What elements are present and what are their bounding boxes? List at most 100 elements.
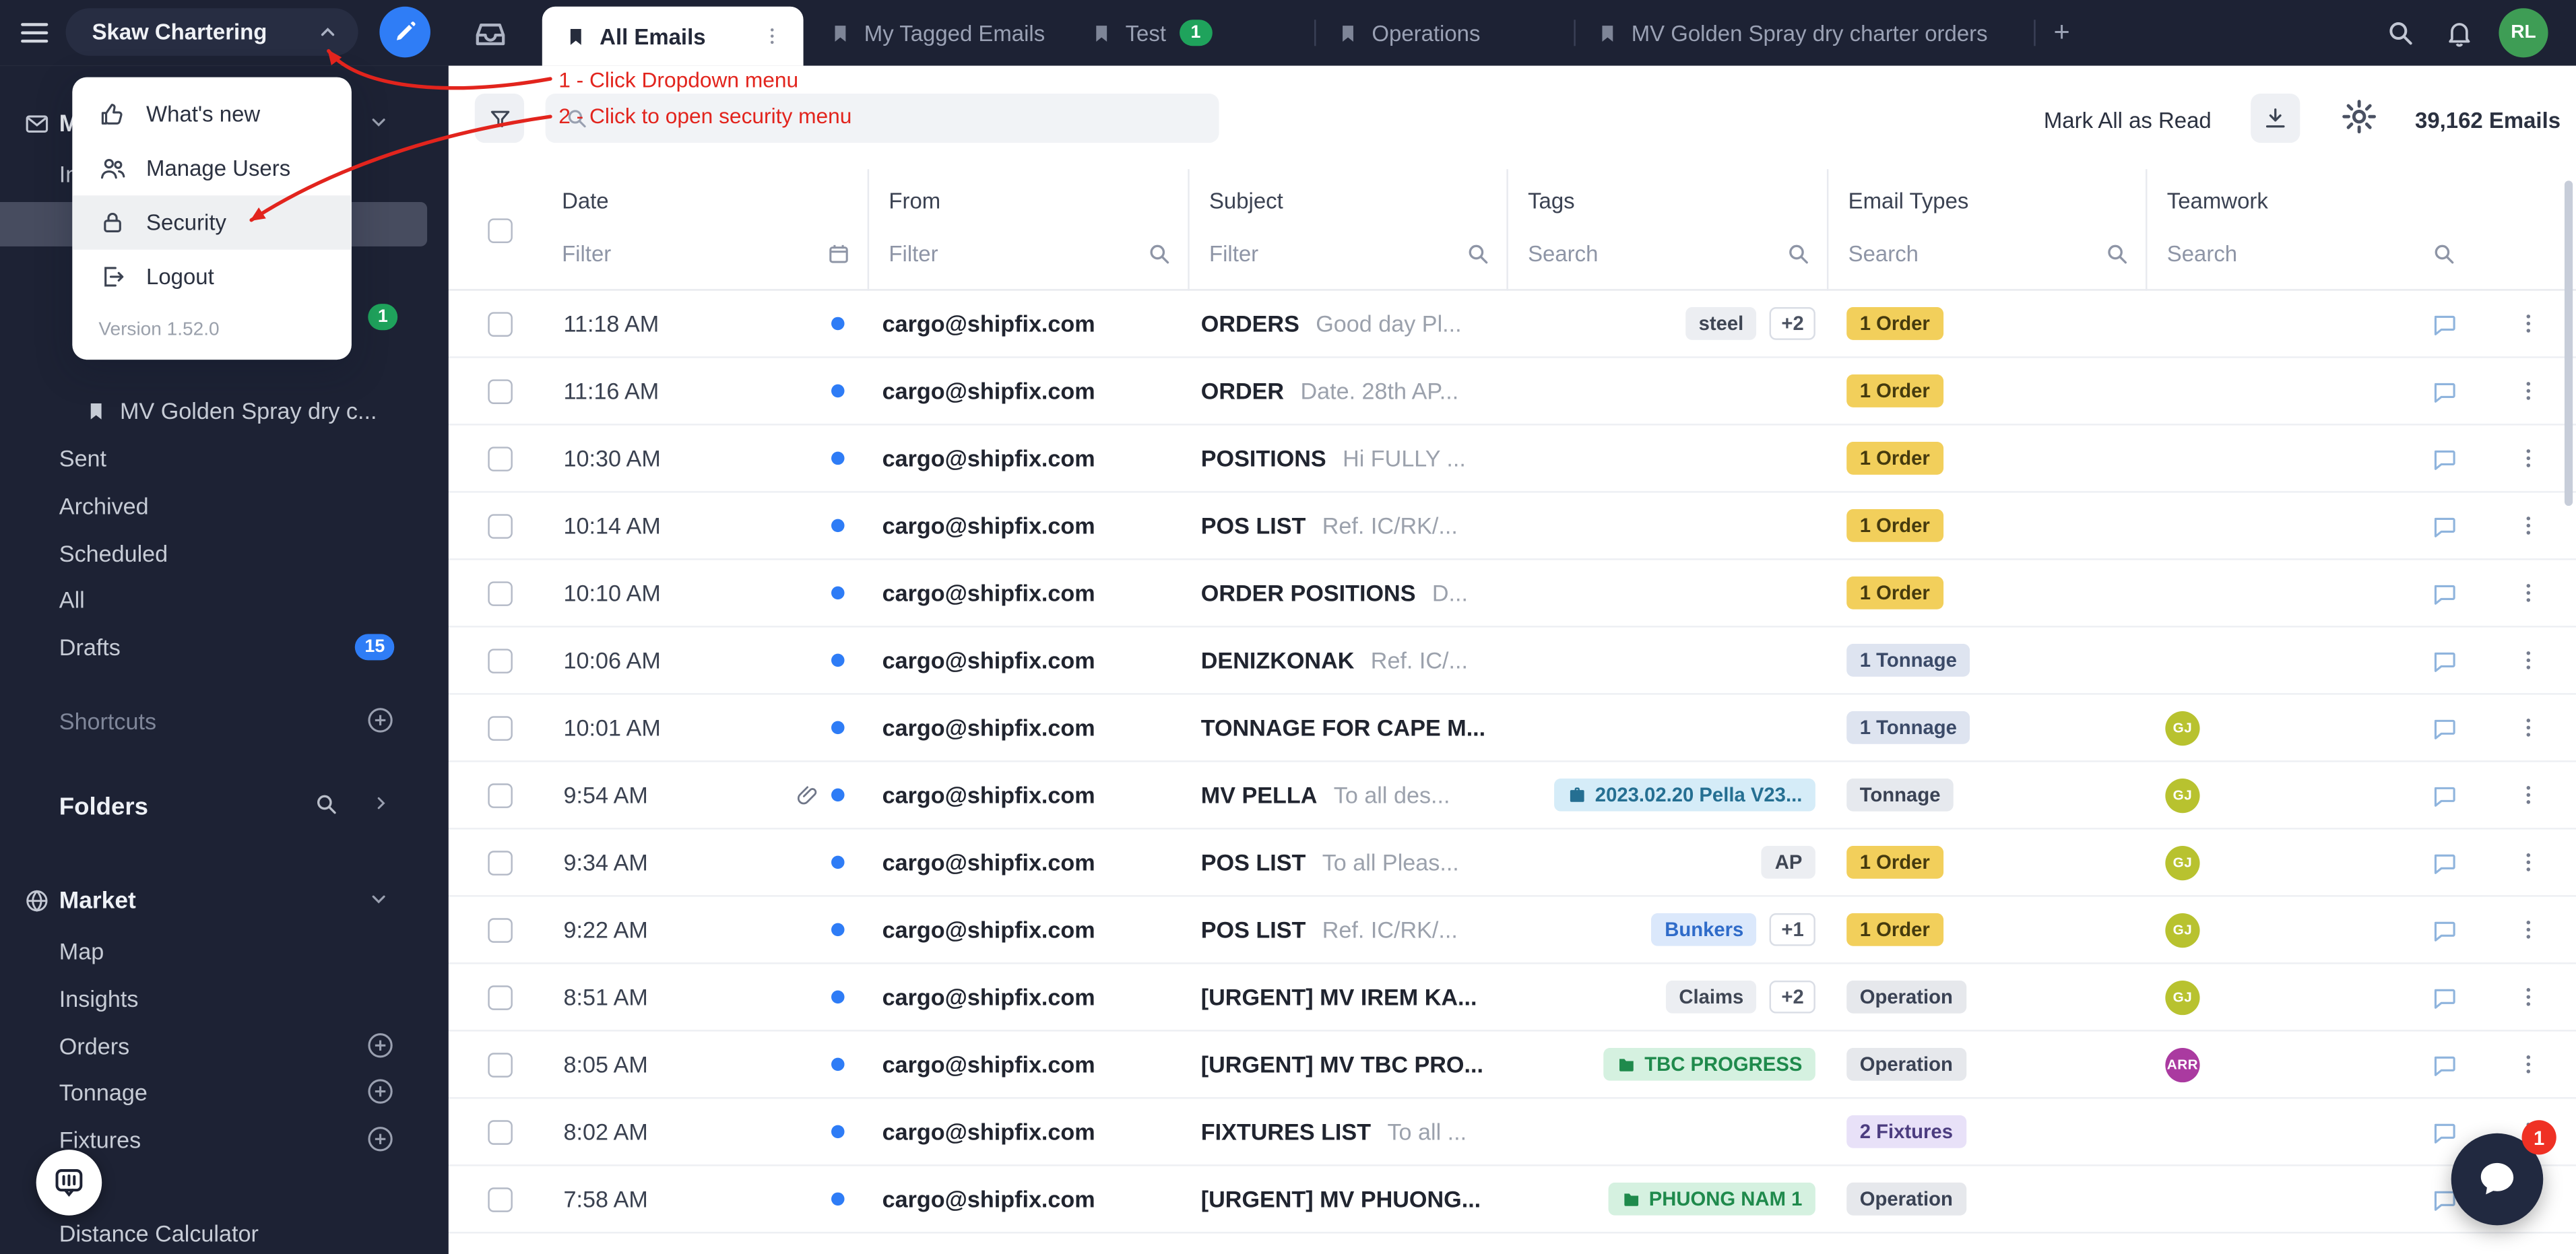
email-type-pill[interactable]: 1 Order bbox=[1846, 442, 1943, 475]
teamwork-avatar[interactable]: GJ bbox=[2165, 711, 2199, 745]
search-icon[interactable] bbox=[1147, 242, 1171, 267]
kebab-menu-icon[interactable] bbox=[2515, 513, 2542, 539]
sidebar-item-scheduled[interactable]: Scheduled bbox=[59, 534, 168, 574]
settings-gear-icon[interactable] bbox=[2340, 97, 2382, 139]
table-row[interactable]: 10:06 AMcargo@shipfix.comDENIZKONAKRef. … bbox=[449, 628, 2576, 695]
help-chat-button[interactable] bbox=[36, 1150, 102, 1216]
email-type-pill[interactable]: Operation bbox=[1846, 1048, 1966, 1081]
hamburger-menu-icon[interactable] bbox=[16, 15, 53, 51]
comment-icon[interactable] bbox=[2431, 579, 2459, 607]
comment-icon[interactable] bbox=[2431, 647, 2459, 674]
table-row[interactable]: 11:16 AMcargo@shipfix.comORDERDate. 28th… bbox=[449, 358, 2576, 426]
teamwork-avatar[interactable]: GJ bbox=[2165, 980, 2199, 1014]
teamwork-avatar[interactable]: GJ bbox=[2165, 845, 2199, 880]
search-folders-icon[interactable] bbox=[314, 792, 339, 817]
filter-button[interactable] bbox=[475, 94, 524, 143]
row-checkbox[interactable] bbox=[488, 581, 513, 605]
email-type-pill[interactable]: Operation bbox=[1846, 1183, 1966, 1216]
email-type-pill[interactable]: 1 Order bbox=[1846, 307, 1943, 340]
row-checkbox[interactable] bbox=[488, 850, 513, 875]
comment-icon[interactable] bbox=[2431, 310, 2459, 337]
menu-item-logout[interactable]: Logout bbox=[72, 250, 352, 304]
row-checkbox[interactable] bbox=[488, 715, 513, 740]
kebab-menu-icon[interactable] bbox=[2515, 715, 2542, 741]
kebab-menu-icon[interactable] bbox=[2515, 782, 2542, 808]
sidebar-item-pinned-order[interactable]: MV Golden Spray dry c... bbox=[86, 391, 377, 430]
inbox-tray-icon[interactable] bbox=[473, 16, 507, 51]
mark-all-as-read-button[interactable]: Mark All as Read bbox=[2044, 108, 2212, 133]
kebab-menu-icon[interactable] bbox=[2515, 580, 2542, 606]
row-checkbox[interactable] bbox=[488, 378, 513, 403]
table-row[interactable]: 8:02 AMcargo@shipfix.comFIXTURES LISTTo … bbox=[449, 1099, 2576, 1166]
download-button[interactable] bbox=[2251, 94, 2300, 143]
email-type-pill[interactable]: Tonnage bbox=[1846, 779, 1954, 812]
kebab-menu-icon[interactable] bbox=[2515, 917, 2542, 943]
row-checkbox[interactable] bbox=[488, 917, 513, 942]
sidebar-item-orders[interactable]: Orders bbox=[59, 1026, 129, 1066]
table-row[interactable]: 9:22 AMcargo@shipfix.comPOS LISTRef. IC/… bbox=[449, 897, 2576, 964]
email-type-pill[interactable]: 1 Order bbox=[1846, 576, 1943, 609]
tab-mv-golden-spray[interactable]: MV Golden Spray dry charter orders bbox=[1597, 0, 1988, 66]
tag-pill[interactable]: Claims bbox=[1666, 981, 1757, 1014]
kebab-menu-icon[interactable] bbox=[2515, 445, 2542, 471]
comment-icon[interactable] bbox=[2431, 983, 2459, 1011]
comment-icon[interactable] bbox=[2431, 714, 2459, 741]
email-type-pill[interactable]: 1 Order bbox=[1846, 509, 1943, 542]
tag-pill[interactable]: AP bbox=[1762, 846, 1815, 879]
from-filter-input[interactable]: Filter bbox=[889, 242, 938, 267]
tag-pill[interactable]: 2023.02.20 Pella V23... bbox=[1554, 779, 1815, 812]
comment-icon[interactable] bbox=[2431, 444, 2459, 472]
tab-test[interactable]: Test 1 bbox=[1091, 0, 1212, 66]
row-checkbox[interactable] bbox=[488, 513, 513, 538]
tab-all-emails[interactable]: All Emails bbox=[542, 7, 804, 66]
compose-button[interactable] bbox=[379, 7, 430, 58]
sidebar-item-all[interactable]: All bbox=[59, 580, 85, 620]
tag-pill[interactable]: PHUONG NAM 1 bbox=[1608, 1183, 1815, 1216]
table-row[interactable]: 10:01 AMcargo@shipfix.comTONNAGE FOR CAP… bbox=[449, 695, 2576, 762]
add-tonnage-icon[interactable] bbox=[364, 1076, 395, 1107]
sidebar-item-map[interactable]: Map bbox=[59, 931, 104, 971]
workspace-switcher[interactable]: Skaw Chartering bbox=[66, 8, 358, 56]
kebab-menu-icon[interactable] bbox=[2515, 378, 2542, 404]
sidebar-item-tonnage[interactable]: Tonnage bbox=[59, 1073, 148, 1113]
tag-pill[interactable]: steel bbox=[1685, 307, 1757, 340]
row-checkbox[interactable] bbox=[488, 783, 513, 807]
notifications-bell-icon[interactable] bbox=[2445, 18, 2474, 48]
table-row[interactable]: 10:10 AMcargo@shipfix.comORDER POSITIONS… bbox=[449, 560, 2576, 628]
tags-search-input[interactable]: Search bbox=[1528, 242, 1598, 267]
search-icon[interactable] bbox=[1786, 242, 1811, 267]
email-type-pill[interactable]: 2 Fixtures bbox=[1846, 1115, 1966, 1148]
chevron-down-icon[interactable] bbox=[368, 888, 389, 910]
kebab-menu-icon[interactable] bbox=[2515, 310, 2542, 337]
teamwork-search-input[interactable]: Search bbox=[2167, 242, 2237, 267]
row-checkbox[interactable] bbox=[488, 1119, 513, 1144]
scrollbar-thumb[interactable] bbox=[2565, 180, 2573, 506]
table-row[interactable]: 10:14 AMcargo@shipfix.comPOS LISTRef. IC… bbox=[449, 493, 2576, 560]
row-checkbox[interactable] bbox=[488, 985, 513, 1010]
table-row[interactable]: 7:58 AMcargo@shipfix.com[URGENT] MV PHUO… bbox=[449, 1166, 2576, 1234]
menu-item-whats-new[interactable]: What's new bbox=[72, 87, 352, 141]
tag-pill[interactable]: Bunkers bbox=[1652, 913, 1757, 946]
email-types-search-input[interactable]: Search bbox=[1848, 242, 1919, 267]
search-icon[interactable] bbox=[2385, 18, 2415, 48]
email-type-pill[interactable]: 1 Tonnage bbox=[1846, 711, 1970, 744]
date-filter-input[interactable]: Filter bbox=[562, 242, 611, 267]
comment-icon[interactable] bbox=[2431, 916, 2459, 944]
add-tab-button[interactable]: + bbox=[2054, 0, 2070, 66]
sidebar-item-archived[interactable]: Archived bbox=[59, 486, 149, 526]
search-icon[interactable] bbox=[2104, 242, 2129, 267]
sidebar-section-folders[interactable]: Folders bbox=[59, 785, 148, 828]
tab-my-tagged-emails[interactable]: My Tagged Emails bbox=[830, 0, 1045, 66]
user-avatar[interactable]: RL bbox=[2499, 8, 2548, 57]
table-row[interactable]: 10:30 AMcargo@shipfix.comPOSITIONSHi FUL… bbox=[449, 426, 2576, 493]
row-checkbox[interactable] bbox=[488, 1187, 513, 1212]
email-type-pill[interactable]: 1 Order bbox=[1846, 846, 1943, 879]
more-tags-pill[interactable]: +1 bbox=[1770, 913, 1815, 946]
table-row[interactable]: 8:51 AMcargo@shipfix.com[URGENT] MV IREM… bbox=[449, 964, 2576, 1032]
menu-item-manage-users[interactable]: Manage Users bbox=[72, 141, 352, 195]
comment-icon[interactable] bbox=[2431, 1118, 2459, 1146]
kebab-menu-icon[interactable] bbox=[2515, 647, 2542, 673]
email-type-pill[interactable]: 1 Order bbox=[1846, 374, 1943, 407]
email-type-pill[interactable]: 1 Tonnage bbox=[1846, 644, 1970, 677]
add-shortcut-icon[interactable] bbox=[364, 704, 395, 735]
